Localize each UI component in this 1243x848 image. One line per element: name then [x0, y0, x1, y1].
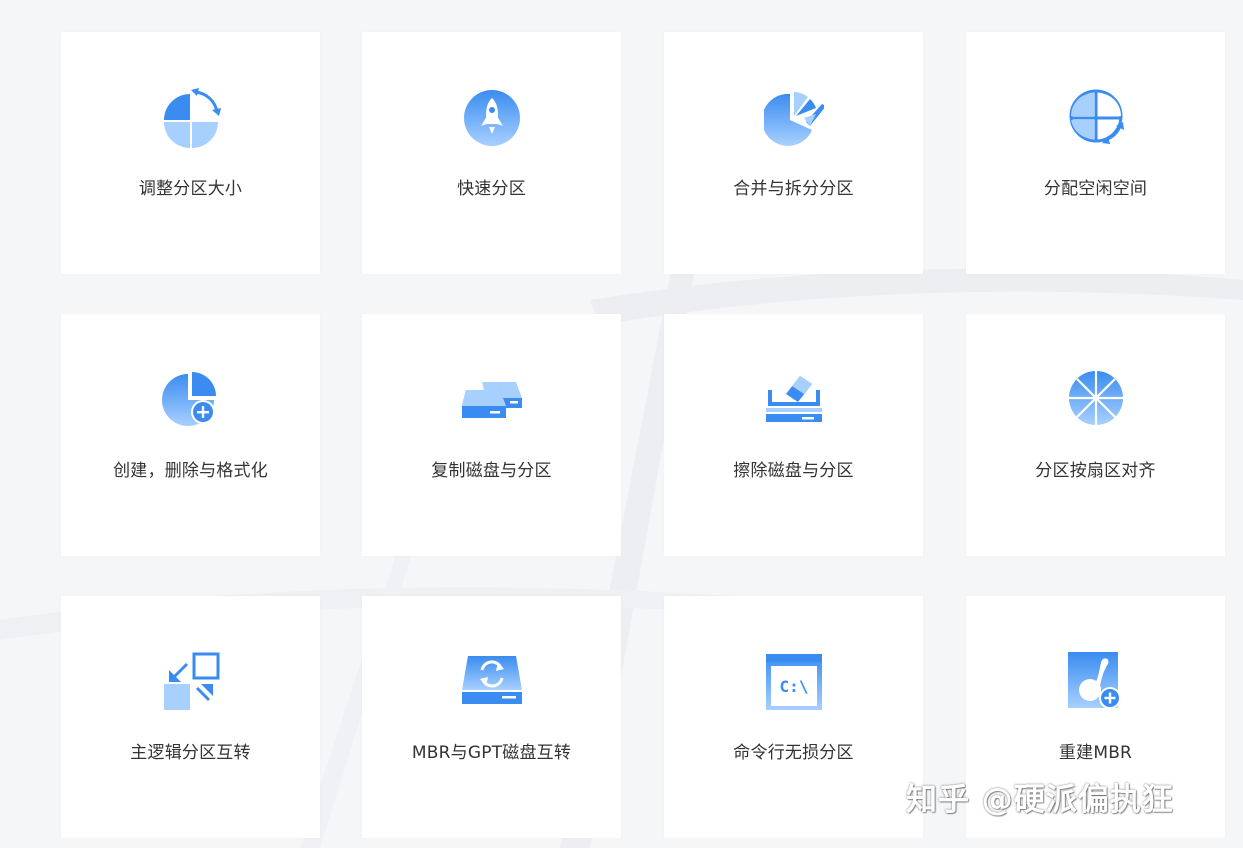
- feature-label: 合并与拆分分区: [733, 179, 854, 199]
- pie-resize-icon: [161, 88, 221, 148]
- feature-label: 重建MBR: [1058, 743, 1133, 763]
- pie-allocate-icon: [1066, 88, 1126, 148]
- feature-card-create-delete-format[interactable]: 创建，删除与格式化: [61, 314, 320, 556]
- feature-card-copy-disk[interactable]: 复制磁盘与分区: [362, 314, 621, 556]
- feature-card-command-line[interactable]: C:\ 命令行无损分区: [664, 596, 923, 838]
- feature-card-primary-logical-convert[interactable]: 主逻辑分区互转: [61, 596, 320, 838]
- partition-convert-icon: [161, 652, 221, 712]
- sector-align-icon: [1066, 370, 1126, 430]
- feature-card-resize-partition[interactable]: 调整分区大小: [61, 32, 320, 274]
- watermark: 知乎 @硬派偏执狂: [906, 782, 1174, 818]
- feature-label: 分配空闲空间: [1043, 179, 1148, 199]
- feature-label: 调整分区大小: [138, 179, 243, 199]
- rebuild-mbr-icon: [1066, 652, 1126, 712]
- feature-label: MBR与GPT磁盘互转: [411, 743, 572, 763]
- feature-label: 擦除磁盘与分区: [733, 461, 854, 481]
- disk-convert-icon: [462, 652, 522, 712]
- feature-card-sector-align[interactable]: 分区按扇区对齐: [966, 314, 1225, 556]
- pie-split-icon: [764, 88, 824, 148]
- feature-card-allocate-space[interactable]: 分配空闲空间: [966, 32, 1225, 274]
- pie-add-icon: [161, 370, 221, 430]
- feature-card-merge-split[interactable]: 合并与拆分分区: [664, 32, 923, 274]
- feature-card-wipe-disk[interactable]: 擦除磁盘与分区: [664, 314, 923, 556]
- feature-grid: 调整分区大小 快速分区 合并与拆分分区 分配空闲空间 创建，删除与格式化 复制磁…: [0, 0, 1243, 848]
- rocket-icon: [462, 88, 522, 148]
- feature-card-mbr-gpt-convert[interactable]: MBR与GPT磁盘互转: [362, 596, 621, 838]
- feature-label: 主逻辑分区互转: [130, 743, 251, 763]
- feature-label: 快速分区: [457, 179, 526, 199]
- feature-label: 创建，删除与格式化: [113, 461, 268, 481]
- feature-label: 复制磁盘与分区: [431, 461, 552, 481]
- disk-copy-icon: [462, 370, 522, 430]
- disk-wipe-icon: [764, 370, 824, 430]
- feature-label: 命令行无损分区: [733, 743, 854, 763]
- command-prompt-text: C:\: [780, 677, 809, 696]
- feature-card-quick-partition[interactable]: 快速分区: [362, 32, 621, 274]
- feature-label: 分区按扇区对齐: [1035, 461, 1156, 481]
- command-line-icon: C:\: [764, 652, 824, 712]
